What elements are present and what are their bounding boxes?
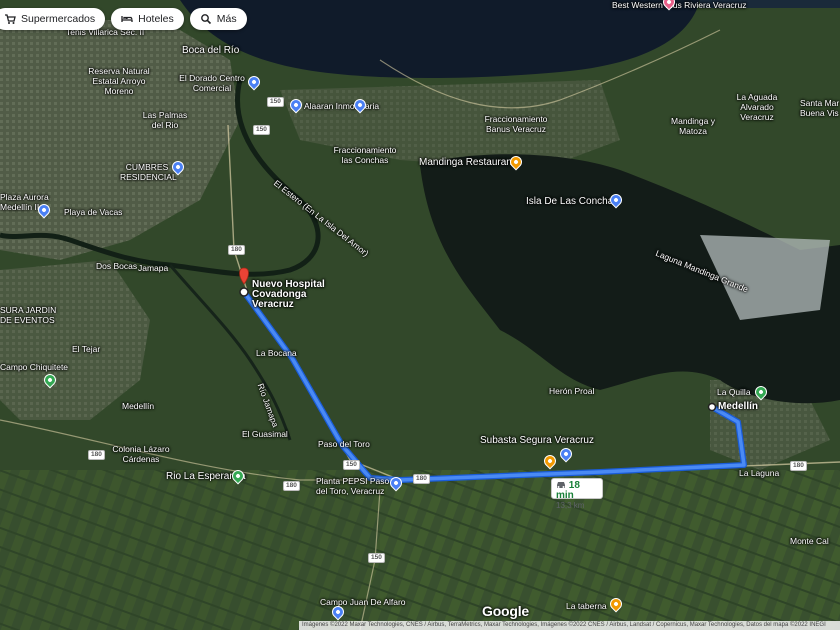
label-campo-chiquitete[interactable]: Campo Chiquitete: [0, 362, 68, 372]
label-alaaran[interactable]: Alaaran Inmobiliaria: [304, 101, 379, 111]
chip-mas-label: Más: [216, 13, 237, 25]
google-logo: Google: [482, 603, 530, 619]
label-boca-del-rio: Boca del Río: [182, 45, 240, 56]
label-fraccionamiento-conchas: Fraccionamiento las Conchas: [333, 145, 397, 165]
label-planta-pepsi[interactable]: Planta PEPSI Paso del Toro, Veracruz: [316, 476, 392, 496]
label-campo-alfaro[interactable]: Campo Juan De Alfaro: [320, 597, 406, 607]
label-las-palmas: Las Palmas del Rio: [142, 110, 188, 130]
label-heron-proal: Herón Proal: [549, 386, 595, 396]
map-attribution[interactable]: Imágenes ©2022 Maxar Technologies, CNES …: [299, 621, 840, 630]
highway-shield: 150: [343, 460, 360, 470]
label-monte-cal: Monte Cal: [790, 536, 829, 546]
label-reserva[interactable]: Reserva Natural Estatal Arroyo Moreno: [86, 66, 152, 96]
label-playa-vacas: Playa de Vacas: [64, 207, 123, 217]
highway-shield: 150: [368, 553, 385, 563]
label-santa-marta: Santa Mar Buena Vis: [800, 98, 840, 118]
label-la-aguada: La Aguada Alvarado Veracruz: [736, 92, 778, 122]
label-mandinga-restaurante[interactable]: Mandinga Restaurante: [419, 158, 520, 168]
highway-shield: 180: [228, 245, 245, 255]
label-la-quilla[interactable]: La Quilla: [717, 387, 751, 397]
label-el-tejar: El Tejar: [72, 344, 101, 354]
chip-supermercados[interactable]: Supermercados: [0, 8, 106, 30]
highway-shield: 180: [790, 461, 807, 471]
label-el-guasimal: El Guasimal: [242, 429, 288, 439]
destination-dot[interactable]: [707, 402, 717, 412]
label-jardin-eventos[interactable]: SURA JARDIN DE EVENTOS: [0, 305, 64, 325]
highway-shield: 180: [283, 481, 300, 491]
highway-shield: 180: [88, 450, 105, 460]
label-fraccionamiento-banus: Fraccionamiento Banus Veracruz: [484, 114, 548, 134]
highway-shield: 150: [267, 97, 284, 107]
route-distance: 13,3 km: [556, 501, 585, 510]
label-colonia-cardenas: Colonia Lázaro Cárdenas: [112, 444, 170, 464]
chip-supermercados-label: Supermercados: [21, 13, 96, 25]
label-isla-conchas[interactable]: Isla De Las Conchas: [526, 197, 618, 207]
highway-shield: 150: [253, 125, 270, 135]
label-la-taberna[interactable]: La taberna: [566, 601, 607, 611]
chip-hoteles[interactable]: Hoteles: [111, 8, 184, 30]
highway-shield: 180: [413, 474, 430, 484]
search-icon: [200, 14, 211, 25]
label-mandinga-matoza: Mandinga y Matoza: [671, 116, 715, 136]
label-subasta[interactable]: Subasta Segura Veracruz: [480, 436, 594, 446]
chip-mas[interactable]: Más: [189, 8, 247, 30]
label-cumbres[interactable]: CUMBRES RESIDENCIAL: [120, 162, 177, 182]
label-el-dorado[interactable]: El Dorado Centro Comercial: [176, 73, 248, 93]
label-paso-del-toro: Paso del Toro: [318, 439, 370, 449]
label-jamapa-river: Jamapa: [138, 263, 169, 273]
cart-icon: [5, 14, 16, 24]
route-info-box[interactable]: 18 min 13,3 km: [551, 478, 603, 510]
label-medellin-west: Medellín: [122, 401, 155, 411]
bed-icon: [121, 16, 133, 22]
category-chips: Supermercados Hoteles Más: [0, 8, 247, 30]
label-best-western[interactable]: Best Western Plus Riviera Veracruz: [612, 0, 746, 10]
label-la-laguna: La Laguna: [739, 468, 780, 478]
origin-dot[interactable]: [239, 287, 249, 297]
car-icon: [557, 482, 565, 488]
chip-hoteles-label: Hoteles: [138, 13, 174, 25]
label-origin[interactable]: Nuevo Hospital Covadonga Veracruz: [252, 280, 342, 310]
label-la-bocana: La Bocana: [256, 348, 297, 358]
label-destination[interactable]: Medellín: [718, 402, 758, 412]
label-dos-bocas: Dos Bocas: [96, 261, 138, 271]
